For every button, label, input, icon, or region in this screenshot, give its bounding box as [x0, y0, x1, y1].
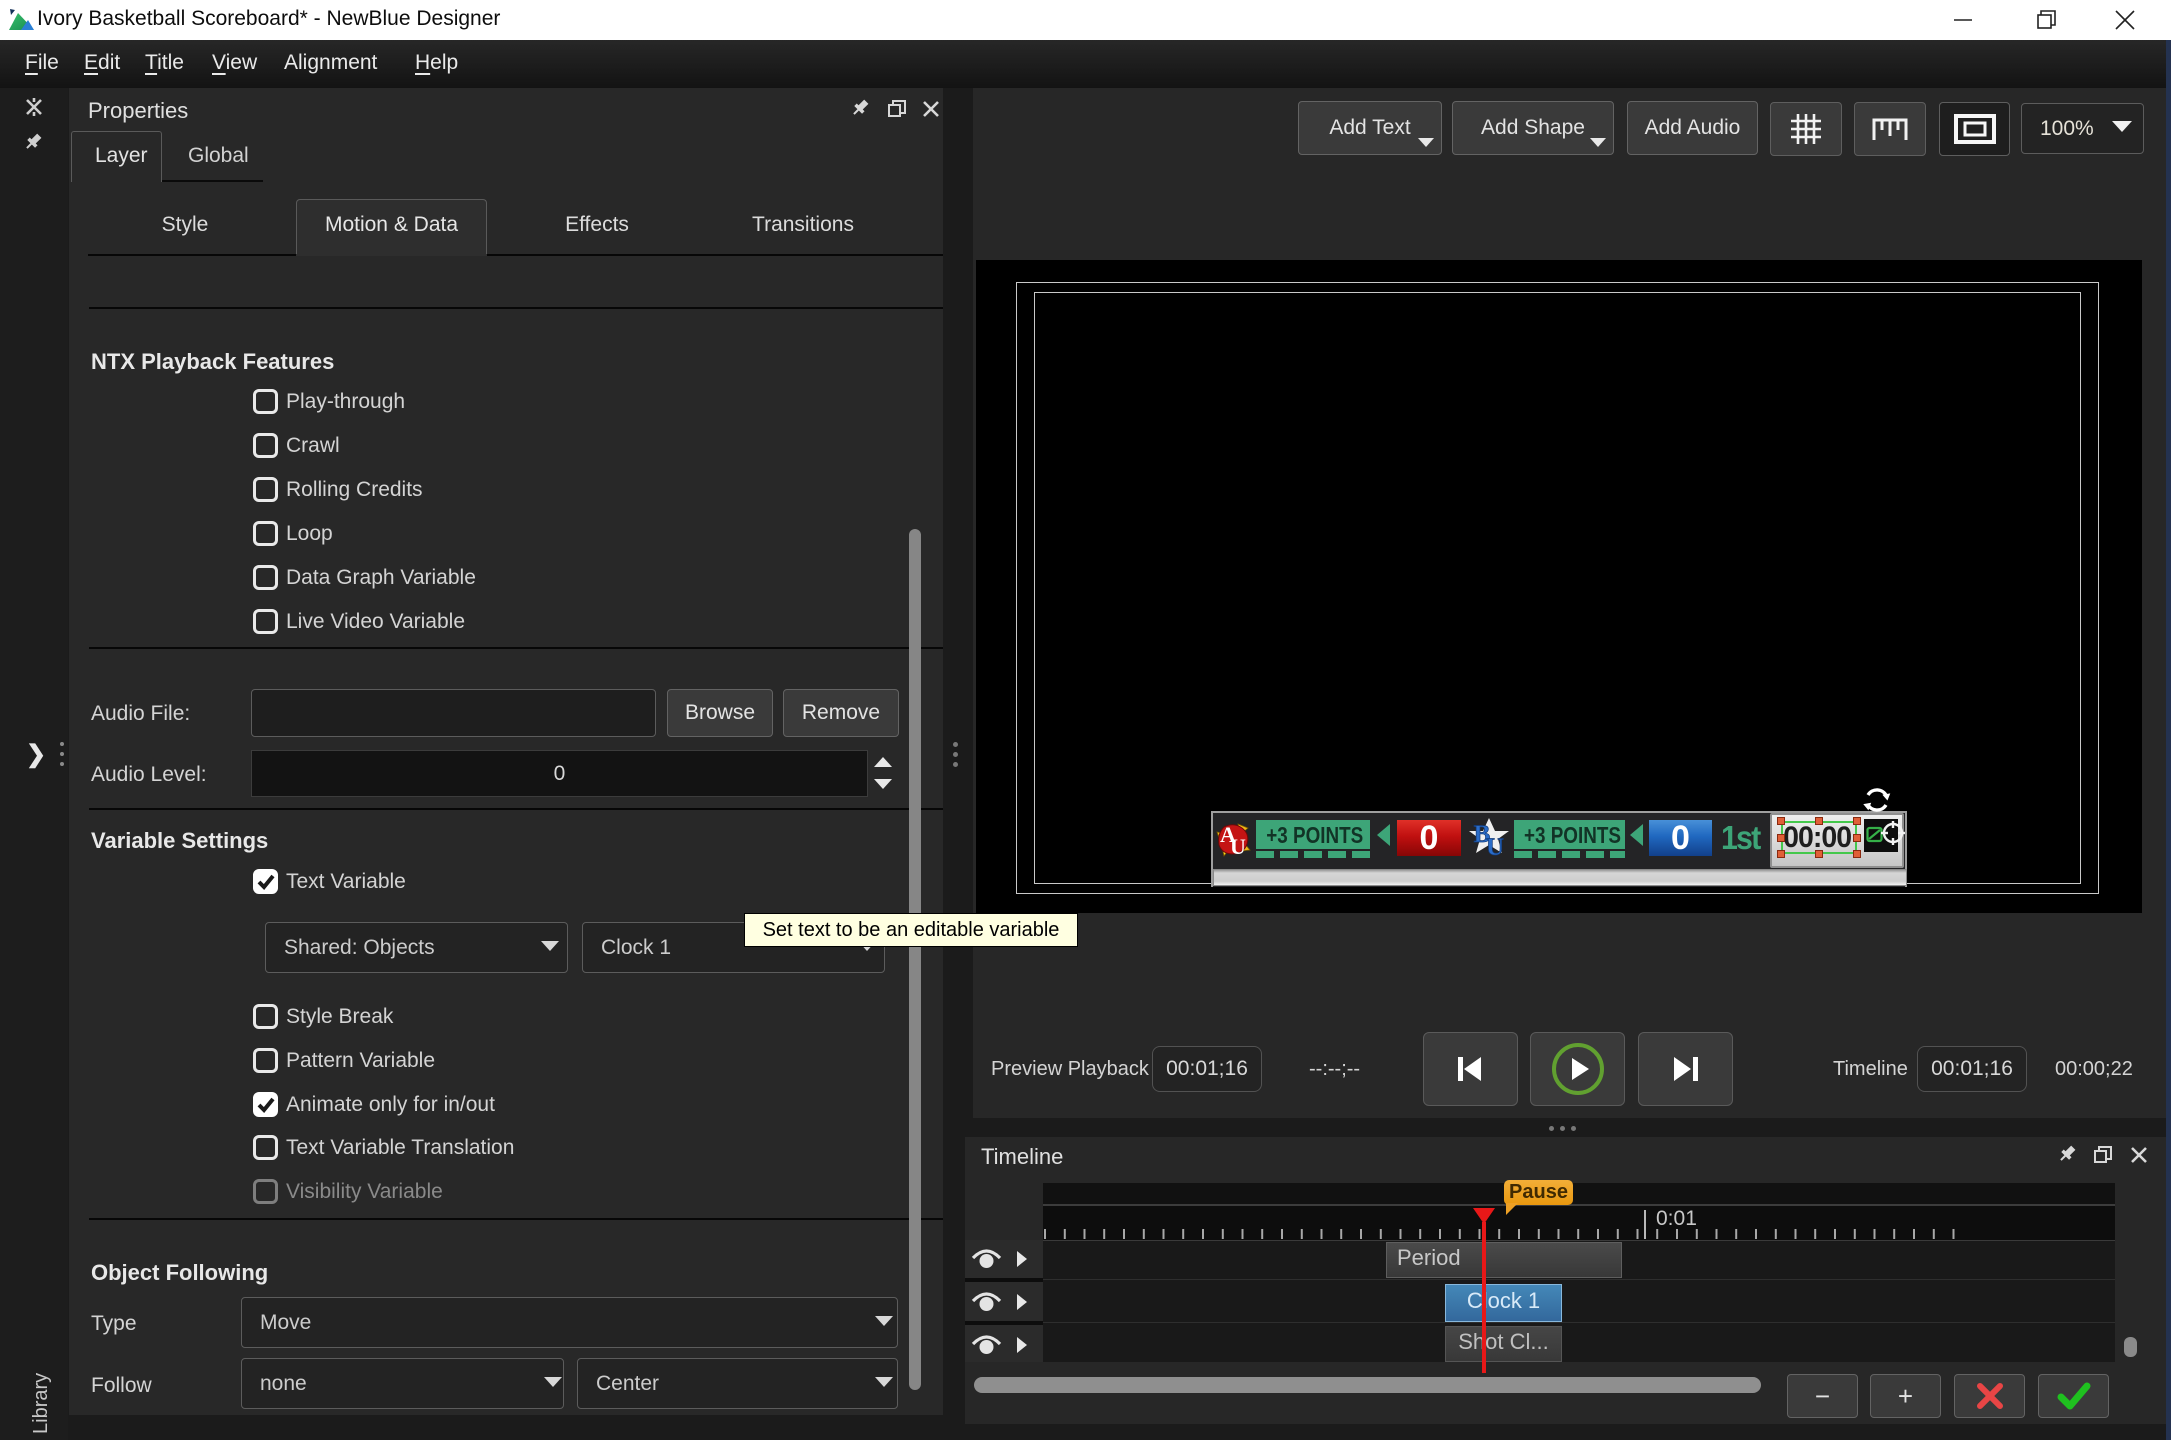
svg-text:U: U [1486, 834, 1504, 861]
svg-text:U: U [1230, 834, 1246, 858]
